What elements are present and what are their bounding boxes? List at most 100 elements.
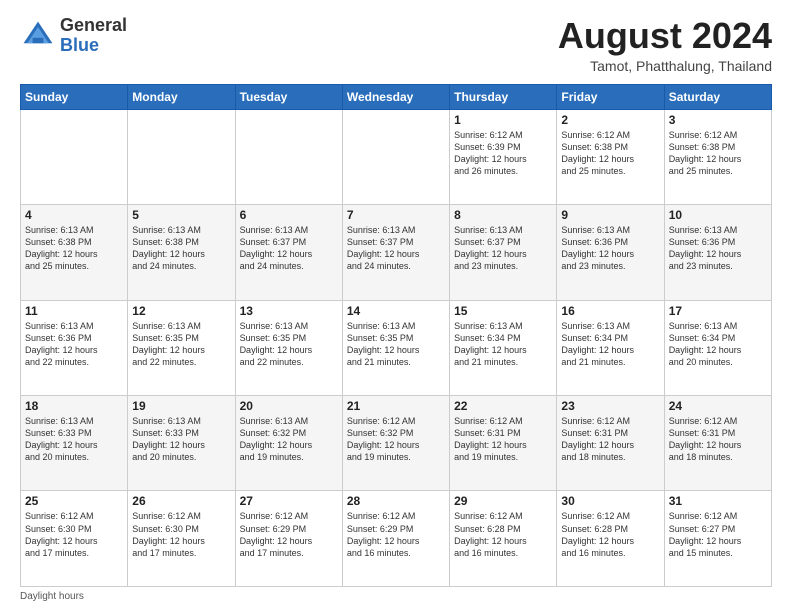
calendar-day-8: 8Sunrise: 6:13 AM Sunset: 6:37 PM Daylig… [450,205,557,300]
calendar-week-4: 18 Sunrise: 6:13 AM Sunset: 6:33 PM Dayli… [21,396,772,491]
day-info: Sunrise: 6:12 AM Sunset: 6:28 PM Dayligh… [561,510,659,559]
day-number: 1 [454,113,552,127]
col-header-friday: Friday [557,84,664,109]
empty-cell [128,109,235,204]
day-info: Sunrise: 6:12 AM Sunset: 6:28 PM Dayligh… [454,510,552,559]
day-number: 19 [132,399,230,413]
day-info: Sunrise: 6:13 AM Sunset: 6:34 PM Dayligh… [561,320,659,369]
calendar-week-5: 25 Sunrise: 6:12 AM Sunset: 6:30 PM Dayli… [21,491,772,587]
day-info: Sunrise: 6:13 AM Sunset: 6:34 PM Dayligh… [454,320,552,369]
calendar-day-10: 10 Sunrise: 6:13 AM Sunset: 6:36 PM Dayli… [664,205,771,300]
day-number: 3 [669,113,767,127]
calendar-week-3: 11 Sunrise: 6:13 AM Sunset: 6:36 PM Dayli… [21,300,772,395]
calendar-day-15: 15 Sunrise: 6:13 AM Sunset: 6:34 PM Dayli… [450,300,557,395]
day-info: Sunrise: 6:12 AM Sunset: 6:29 PM Dayligh… [347,510,445,559]
calendar-day-30: 30 Sunrise: 6:12 AM Sunset: 6:28 PM Dayli… [557,491,664,587]
day-info: Sunrise: 6:12 AM Sunset: 6:29 PM Dayligh… [240,510,338,559]
day-info: Sunrise: 6:13 AM Sunset: 6:38 PM Dayligh… [132,224,230,273]
calendar-day-25: 25 Sunrise: 6:12 AM Sunset: 6:30 PM Dayli… [21,491,128,587]
logo-general-text: General [60,15,127,35]
calendar-day-28: 28 Sunrise: 6:12 AM Sunset: 6:29 PM Dayli… [342,491,449,587]
day-number: 25 [25,494,123,508]
day-number: 27 [240,494,338,508]
calendar-day-21: 21 Sunrise: 6:12 AM Sunset: 6:32 PM Dayli… [342,396,449,491]
col-header-saturday: Saturday [664,84,771,109]
header: General Blue August 2024 Tamot, Phatthal… [20,16,772,74]
day-number: 2 [561,113,659,127]
empty-cell [342,109,449,204]
calendar-day-6: 6 Sunrise: 6:13 AM Sunset: 6:37 PM Daylig… [235,205,342,300]
day-number: 16 [561,304,659,318]
day-info: Sunrise: 6:13 AM Sunset: 6:38 PM Dayligh… [25,224,123,273]
calendar-day-12: 12Sunrise: 6:13 AM Sunset: 6:35 PM Dayli… [128,300,235,395]
day-info: Sunrise: 6:13 AM Sunset: 6:37 PM Dayligh… [240,224,338,273]
day-number: 9 [561,208,659,222]
day-number: 6 [240,208,338,222]
col-header-sunday: Sunday [21,84,128,109]
day-number: 23 [561,399,659,413]
day-number: 24 [669,399,767,413]
day-number: 28 [347,494,445,508]
day-number: 7 [347,208,445,222]
calendar-day-13: 13 Sunrise: 6:13 AM Sunset: 6:35 PM Dayli… [235,300,342,395]
calendar-day-14: 14 Sunrise: 6:13 AM Sunset: 6:35 PM Dayli… [342,300,449,395]
page: General Blue August 2024 Tamot, Phatthal… [0,0,792,612]
logo-icon [20,18,56,54]
day-info: Sunrise: 6:12 AM Sunset: 6:31 PM Dayligh… [454,415,552,464]
day-number: 12 [132,304,230,318]
calendar-week-2: 4Sunrise: 6:13 AM Sunset: 6:38 PM Daylig… [21,205,772,300]
day-number: 18 [25,399,123,413]
day-number: 11 [25,304,123,318]
calendar-day-4: 4Sunrise: 6:13 AM Sunset: 6:38 PM Daylig… [21,205,128,300]
logo: General Blue [20,16,127,56]
col-header-monday: Monday [128,84,235,109]
col-header-thursday: Thursday [450,84,557,109]
day-info: Sunrise: 6:12 AM Sunset: 6:38 PM Dayligh… [561,129,659,178]
day-number: 30 [561,494,659,508]
calendar-day-11: 11 Sunrise: 6:13 AM Sunset: 6:36 PM Dayli… [21,300,128,395]
day-info: Sunrise: 6:13 AM Sunset: 6:33 PM Dayligh… [132,415,230,464]
day-info: Sunrise: 6:12 AM Sunset: 6:32 PM Dayligh… [347,415,445,464]
calendar-day-18: 18Sunrise: 6:13 AM Sunset: 6:33 PM Dayli… [21,396,128,491]
day-number: 10 [669,208,767,222]
calendar-day-24: 24 Sunrise: 6:12 AM Sunset: 6:31 PM Dayli… [664,396,771,491]
day-number: 13 [240,304,338,318]
day-info: Sunrise: 6:13 AM Sunset: 6:32 PM Dayligh… [240,415,338,464]
day-info: Sunrise: 6:12 AM Sunset: 6:31 PM Dayligh… [561,415,659,464]
calendar-day-31: 31Sunrise: 6:12 AM Sunset: 6:27 PM Dayli… [664,491,771,587]
calendar-day-27: 27 Sunrise: 6:12 AM Sunset: 6:29 PM Dayli… [235,491,342,587]
calendar-day-19: 19 Sunrise: 6:13 AM Sunset: 6:33 PM Dayli… [128,396,235,491]
day-number: 5 [132,208,230,222]
title-block: August 2024 Tamot, Phatthalung, Thailand [558,16,772,74]
logo-blue-text: Blue [60,35,99,55]
day-info: Sunrise: 6:13 AM Sunset: 6:37 PM Dayligh… [347,224,445,273]
calendar-day-29: 29 Sunrise: 6:12 AM Sunset: 6:28 PM Dayli… [450,491,557,587]
day-info: Sunrise: 6:13 AM Sunset: 6:35 PM Dayligh… [347,320,445,369]
calendar-day-16: 16 Sunrise: 6:13 AM Sunset: 6:34 PM Dayli… [557,300,664,395]
day-number: 21 [347,399,445,413]
empty-cell [235,109,342,204]
day-info: Sunrise: 6:12 AM Sunset: 6:39 PM Dayligh… [454,129,552,178]
day-info: Sunrise: 6:12 AM Sunset: 6:38 PM Dayligh… [669,129,767,178]
calendar-day-23: 23 Sunrise: 6:12 AM Sunset: 6:31 PM Dayli… [557,396,664,491]
day-number: 20 [240,399,338,413]
day-info: Sunrise: 6:13 AM Sunset: 6:34 PM Dayligh… [669,320,767,369]
col-header-tuesday: Tuesday [235,84,342,109]
calendar-day-7: 7 Sunrise: 6:13 AM Sunset: 6:37 PM Daylig… [342,205,449,300]
footer-daylight-label: Daylight hours [20,591,84,602]
day-info: Sunrise: 6:13 AM Sunset: 6:35 PM Dayligh… [240,320,338,369]
day-info: Sunrise: 6:12 AM Sunset: 6:31 PM Dayligh… [669,415,767,464]
day-info: Sunrise: 6:12 AM Sunset: 6:30 PM Dayligh… [132,510,230,559]
day-number: 15 [454,304,552,318]
day-number: 22 [454,399,552,413]
day-info: Sunrise: 6:12 AM Sunset: 6:30 PM Dayligh… [25,510,123,559]
day-number: 29 [454,494,552,508]
day-number: 14 [347,304,445,318]
day-info: Sunrise: 6:13 AM Sunset: 6:36 PM Dayligh… [669,224,767,273]
empty-cell [21,109,128,204]
calendar-day-2: 2 Sunrise: 6:12 AM Sunset: 6:38 PM Daylig… [557,109,664,204]
calendar-day-22: 22 Sunrise: 6:12 AM Sunset: 6:31 PM Dayli… [450,396,557,491]
calendar-day-9: 9Sunrise: 6:13 AM Sunset: 6:36 PM Daylig… [557,205,664,300]
col-header-wednesday: Wednesday [342,84,449,109]
day-info: Sunrise: 6:13 AM Sunset: 6:36 PM Dayligh… [25,320,123,369]
